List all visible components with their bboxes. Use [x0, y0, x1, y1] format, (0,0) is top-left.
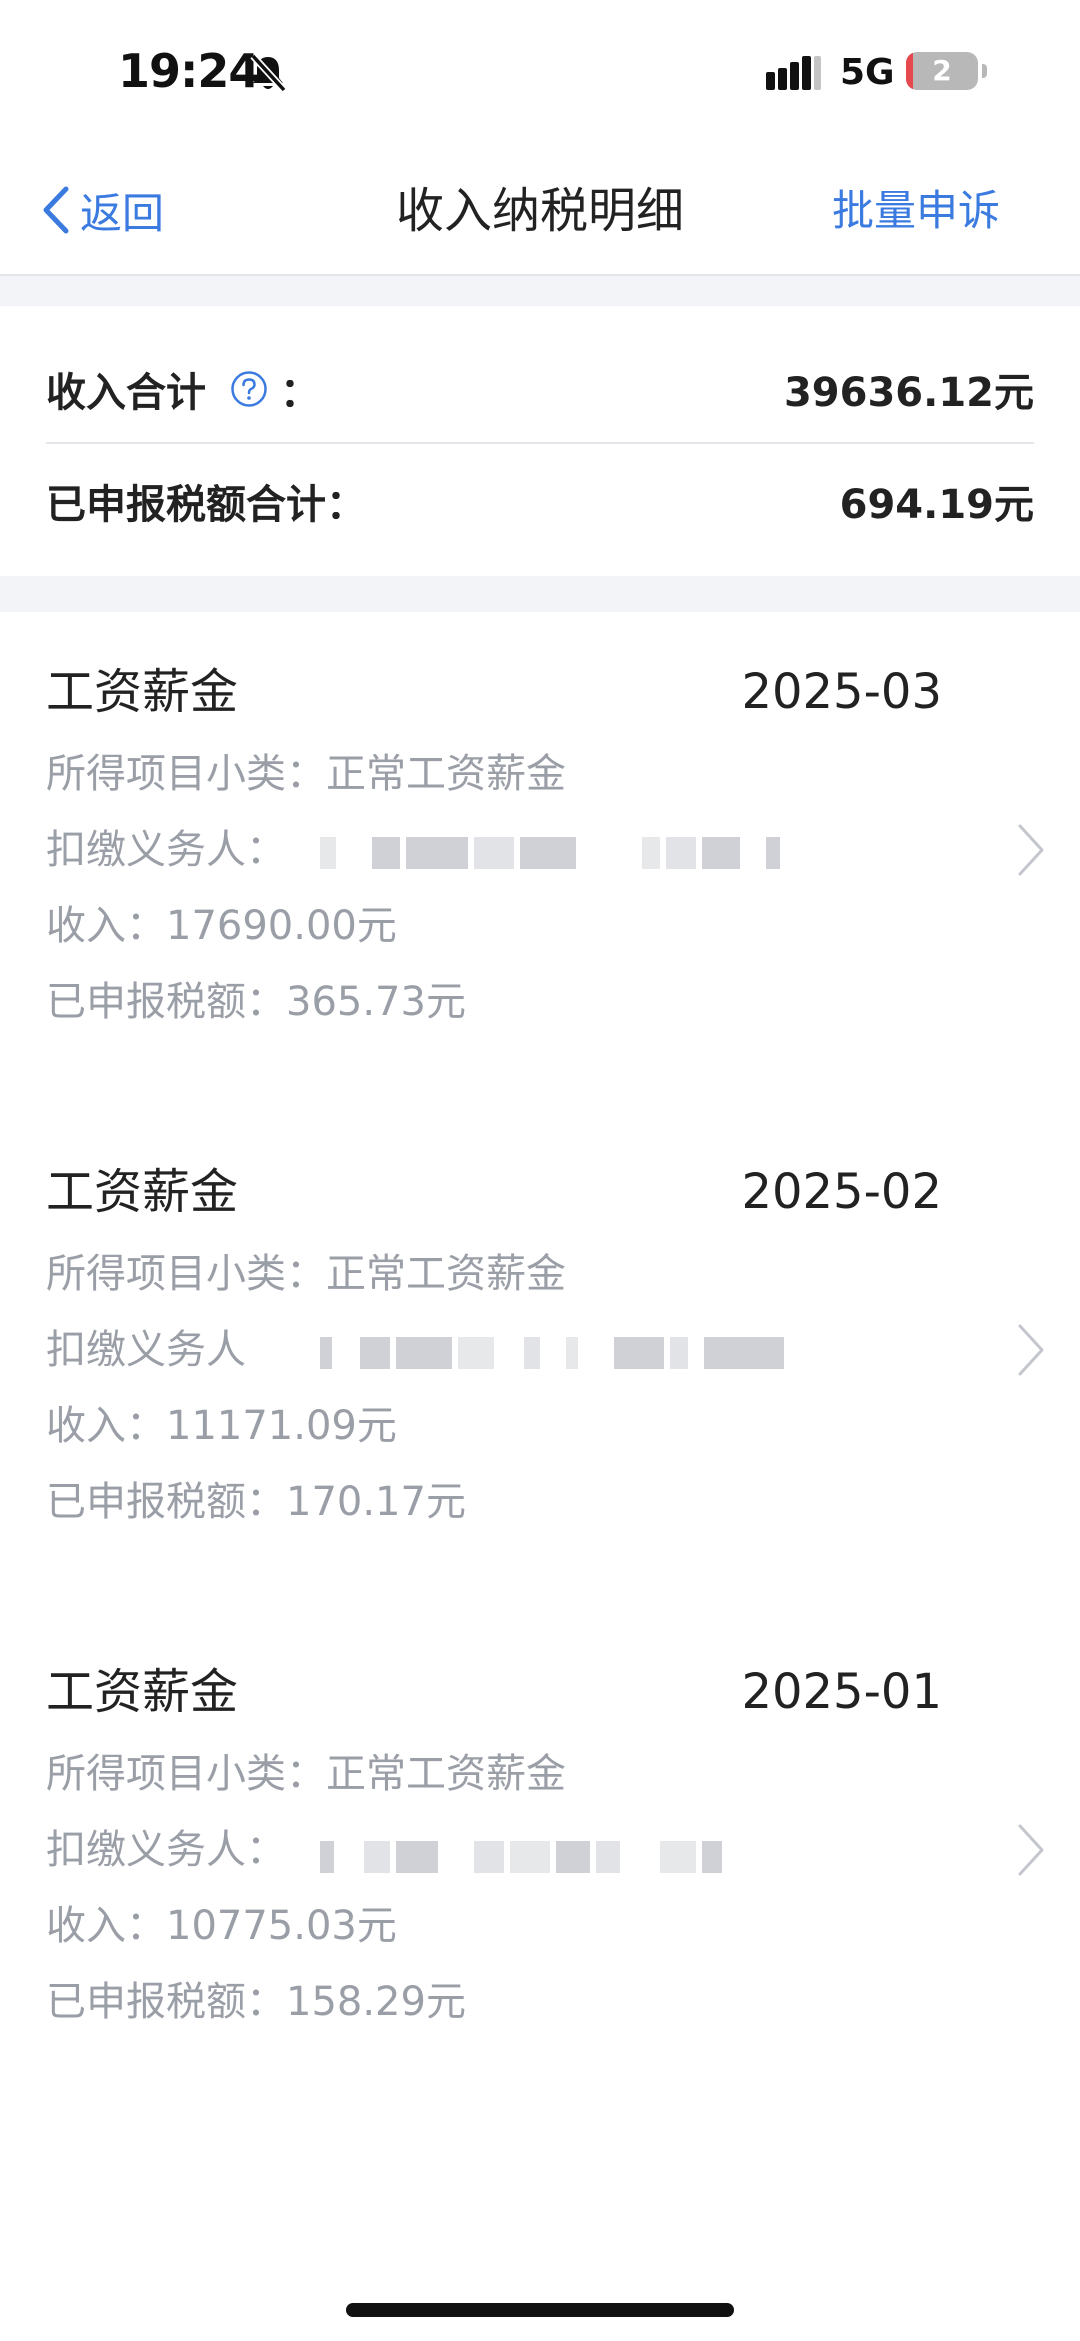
record-date: 2025-02: [741, 1164, 942, 1220]
network-type: 5G: [840, 52, 895, 93]
record-tax: 已申报税额：158.29元: [46, 1979, 466, 2025]
tax-total-value: 694.19元: [839, 482, 1034, 528]
back-button[interactable]: 返回: [40, 180, 164, 240]
home-indicator[interactable]: [346, 2303, 734, 2317]
page-title: 收入纳税明细: [395, 183, 684, 239]
battery-icon: 2: [906, 52, 988, 92]
signal-bars-icon: [766, 56, 821, 90]
record-date: 2025-01: [741, 1664, 942, 1720]
income-total-label: 收入合计: [46, 370, 206, 416]
bell-slash-icon: [250, 53, 287, 93]
income-total-row: 收入合计 ： 39636.12元: [46, 354, 1034, 424]
record-subcategory: 所得项目小类：正常工资薪金: [46, 1751, 566, 1797]
record-withholder-label: 扣缴义务人：: [46, 827, 286, 873]
tax-total-label: 已申报税额合计：: [46, 482, 366, 528]
record-tax: 已申报税额：365.73元: [46, 979, 466, 1025]
divider: [46, 442, 1034, 444]
record-date: 2025-03: [741, 664, 942, 720]
income-total-colon: ：: [280, 370, 320, 416]
chevron-right-icon: [1018, 1324, 1044, 1376]
chevron-right-icon: [1018, 1824, 1044, 1876]
income-total-value: 39636.12元: [783, 370, 1034, 416]
record-subcategory: 所得项目小类：正常工资薪金: [46, 1251, 566, 1297]
withholder-redacted: [320, 1336, 806, 1370]
summary-panel: 收入合计 ： 39636.12元 已申报税额合计： 694.19元: [0, 306, 1080, 576]
record-income: 收入：17690.00元: [46, 903, 397, 949]
status-bar: 19:24 5G 2: [0, 0, 1080, 150]
income-record-item[interactable]: 工资薪金 2025-01 所得项目小类：正常工资薪金 扣缴义务人： 收入：107…: [0, 1660, 1080, 2080]
battery-level: 2: [932, 54, 952, 87]
income-record-item[interactable]: 工资薪金 2025-03 所得项目小类：正常工资薪金 扣缴义务人： 收入：176…: [0, 660, 1080, 1080]
income-total-label-group: 收入合计 ：: [46, 360, 320, 418]
separator: [0, 276, 1080, 306]
record-subcategory: 所得项目小类：正常工资薪金: [46, 751, 566, 797]
record-income: 收入：10775.03元: [46, 1903, 397, 1949]
withholder-redacted: [320, 836, 806, 870]
tax-total-row: 已申报税额合计： 694.19元: [46, 466, 1034, 536]
record-income: 收入：11171.09元: [46, 1403, 397, 1449]
record-tax: 已申报税额：170.17元: [46, 1479, 466, 1525]
separator: [0, 576, 1080, 612]
status-time: 19:24: [118, 44, 260, 98]
chevron-right-icon: [1018, 824, 1044, 876]
record-title: 工资薪金: [46, 664, 239, 720]
record-withholder-label: 扣缴义务人: [46, 1327, 246, 1373]
nav-bar: 返回 收入纳税明细 批量申诉: [0, 150, 1080, 276]
record-title: 工资薪金: [46, 1164, 239, 1220]
back-label: 返回: [80, 188, 165, 238]
record-withholder-label: 扣缴义务人：: [46, 1827, 286, 1873]
income-record-item[interactable]: 工资薪金 2025-02 所得项目小类：正常工资薪金 扣缴义务人 收入：1117…: [0, 1160, 1080, 1580]
help-icon[interactable]: [230, 370, 268, 408]
chevron-left-icon: [43, 186, 69, 234]
batch-appeal-button[interactable]: 批量申诉: [832, 180, 1000, 242]
record-title: 工资薪金: [46, 1664, 239, 1720]
withholder-redacted: [320, 1840, 806, 1874]
